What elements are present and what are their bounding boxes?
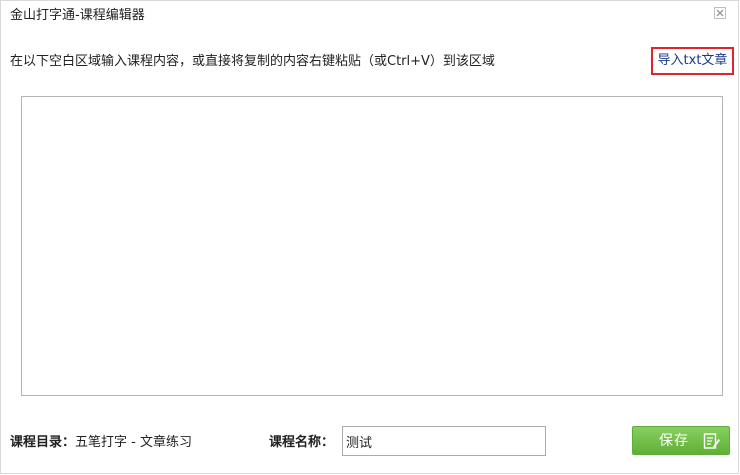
save-button[interactable]: 保存 — [632, 426, 730, 455]
course-catalog-value: 五笔打字 - 文章练习 — [75, 435, 192, 450]
course-name-label-text: 课程名称： — [269, 435, 335, 450]
course-content-editor[interactable] — [21, 96, 723, 396]
import-txt-link[interactable]: 导入txt文章 — [651, 47, 734, 75]
close-button[interactable] — [714, 7, 726, 19]
course-editor-dialog: 金山打字通-课程编辑器 在以下空白区域输入课程内容，或直接将复制的内容右键粘贴（… — [0, 0, 739, 474]
course-catalog: 课程目录：五笔打字 - 文章练习 — [10, 435, 192, 451]
course-catalog-label: 课程目录： — [10, 435, 76, 450]
close-icon — [714, 7, 726, 19]
edit-document-icon — [703, 433, 720, 449]
course-name-label: 课程名称： — [269, 435, 334, 451]
save-button-label: 保存 — [659, 433, 689, 449]
window-title: 金山打字通-课程编辑器 — [10, 8, 145, 23]
course-name-input[interactable] — [342, 426, 546, 456]
instruction-text: 在以下空白区域输入课程内容，或直接将复制的内容右键粘贴（或Ctrl+V）到该区域 — [10, 54, 495, 69]
